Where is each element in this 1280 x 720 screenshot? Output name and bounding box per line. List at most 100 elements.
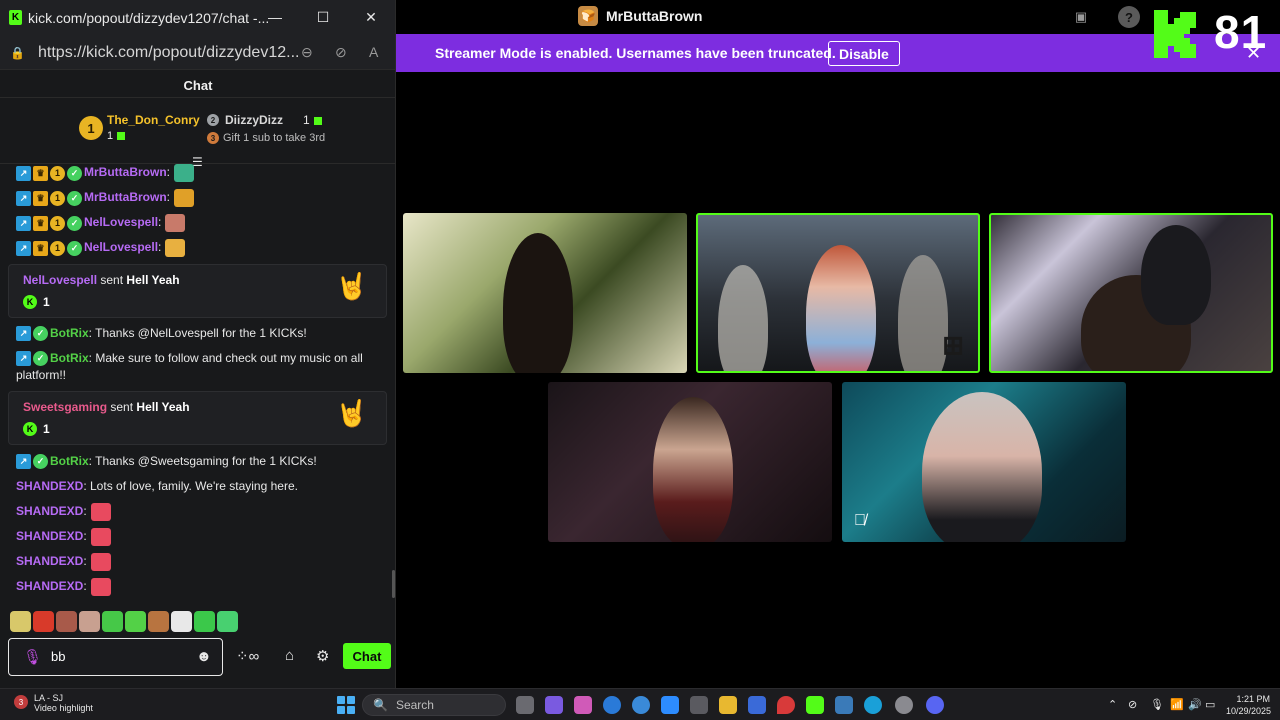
gift-kicks: K1 (23, 422, 50, 436)
kicks-icon[interactable]: ⁘∞ (236, 647, 259, 665)
message-username[interactable]: BotRix (50, 326, 89, 340)
file-explorer-icon[interactable] (719, 696, 737, 714)
message-username[interactable]: SHANDEXD (16, 479, 83, 493)
address-bar[interactable]: 🔒 https://kick.com/popout/dizzydev12... … (0, 36, 395, 70)
hp-icon[interactable] (603, 696, 621, 714)
leader-first-name[interactable]: The_Don_Conry (107, 113, 200, 127)
clock-time: 1:21 PM (1236, 694, 1270, 704)
cast-icon[interactable]: ▣ (1070, 6, 1092, 28)
site-info-icon[interactable]: 🔒 (10, 46, 25, 60)
gift-badge-icon: 1 (50, 240, 65, 256)
message-username[interactable]: BotRix (50, 351, 89, 365)
tracking-icon[interactable]: ⊘ (335, 44, 347, 61)
app-icon[interactable] (835, 696, 853, 714)
gift-sender[interactable]: Sweetsgaming (23, 400, 107, 414)
verified-icon: ✓ (33, 454, 48, 470)
emote-button[interactable] (171, 611, 192, 632)
maps-icon[interactable] (777, 696, 795, 714)
message-username[interactable]: MrButtaBrown (84, 190, 167, 204)
message-username[interactable]: SHANDEXD (16, 579, 83, 593)
gift-badge-icon: 1 (50, 165, 65, 181)
verified-icon: ✓ (33, 326, 48, 342)
crown-icon: ♛ (33, 165, 48, 181)
app-icon[interactable] (545, 696, 563, 714)
close-icon[interactable]: ✕ (362, 9, 380, 26)
gift-sender[interactable]: NelLovespell (23, 273, 97, 287)
discord-icon[interactable] (926, 696, 944, 714)
store-app-icon[interactable] (690, 696, 708, 714)
emote-button[interactable] (217, 611, 238, 632)
wifi-icon[interactable]: 📶 (1170, 698, 1184, 711)
message-username[interactable]: SHANDEXD (16, 504, 83, 518)
message-text: : (158, 240, 162, 255)
chat-header: Chat (0, 70, 395, 98)
tray-app-icon[interactable]: ⊘ (1128, 698, 1137, 711)
message-username[interactable]: SHANDEXD (16, 529, 83, 543)
chat-message-input[interactable] (51, 649, 191, 664)
widgets-button[interactable]: 3 LA - SJ Video highlight (14, 693, 93, 713)
chat-scrollbar[interactable] (392, 570, 395, 598)
leader-third-prompt[interactable]: Gift 1 sub to take 3rd (223, 132, 325, 144)
windows-start-icon[interactable] (337, 696, 355, 714)
maximize-icon[interactable]: ☐ (314, 9, 332, 26)
taskbar-search[interactable]: 🔍 Search (362, 694, 506, 716)
video-tile-5[interactable]: 🎙̸ (842, 382, 1126, 542)
emote-button[interactable] (194, 611, 215, 632)
gift-icon (117, 132, 126, 141)
app-icon[interactable] (748, 696, 766, 714)
mic-tray-icon[interactable]: 🎙 (1150, 698, 1164, 711)
rock-hand-icon: 🤘 (335, 271, 368, 301)
chat-input-box[interactable]: 🎙 ☻ (8, 638, 223, 676)
streamer-mode-banner: Streamer Mode is enabled. Usernames have… (396, 34, 1280, 72)
task-view-icon[interactable] (516, 696, 534, 714)
emote-button[interactable] (10, 611, 31, 632)
video-tile-3[interactable] (989, 213, 1273, 373)
emote-button[interactable] (148, 611, 169, 632)
emote-button[interactable] (79, 611, 100, 632)
video-tile-2[interactable]: ⊞ (696, 213, 980, 373)
chair-figure (1141, 225, 1211, 325)
verified-icon: ✓ (67, 240, 82, 256)
mic-muted-icon: 🎙̸ (854, 512, 866, 529)
video-tile-4[interactable] (548, 382, 832, 542)
emote-button[interactable] (56, 611, 77, 632)
taskbar-clock[interactable]: 1:21 PM 10/29/2025 (1226, 693, 1271, 717)
video-tile-1[interactable] (403, 213, 687, 373)
leader-first-count-value: 1 (107, 130, 114, 142)
zoom-app-icon[interactable] (661, 696, 679, 714)
emote-button[interactable] (33, 611, 54, 632)
message-username[interactable]: BotRix (50, 454, 89, 468)
message-username[interactable]: NelLovespell (84, 215, 158, 229)
address-url[interactable]: https://kick.com/popout/dizzydev12... (38, 44, 299, 62)
battery-icon[interactable]: ▭ (1205, 698, 1215, 711)
store-icon[interactable]: ⌂ (285, 647, 294, 664)
verified-icon: ✓ (33, 351, 48, 367)
copilot-icon[interactable] (574, 696, 592, 714)
minimize-icon[interactable]: — (266, 9, 284, 25)
emote-button[interactable] (102, 611, 123, 632)
emoji-picker-icon[interactable]: ☻ (196, 648, 212, 665)
read-aloud-icon[interactable]: A (369, 44, 378, 60)
volume-icon[interactable]: 🔊 (1188, 698, 1202, 711)
edge-icon[interactable] (864, 696, 882, 714)
emote (90, 528, 111, 546)
user-badges: ↗ ♛ 1 ✓ (16, 190, 82, 206)
emote-button[interactable] (125, 611, 146, 632)
chat-message: SHANDEXD: Lots of love, family. We're st… (16, 478, 376, 495)
leader-second-name[interactable]: DiizzyDizz (225, 113, 283, 127)
help-icon[interactable]: ? (1118, 6, 1140, 28)
message-username[interactable]: NelLovespell (84, 240, 158, 254)
disable-streamer-mode-button[interactable]: Disable (828, 41, 900, 66)
app-icon[interactable] (632, 696, 650, 714)
microphone-icon[interactable]: 🎙 (23, 648, 42, 666)
message-text: : Lots of love, family. We're staying he… (83, 479, 298, 493)
gift-item: Hell Yeah (136, 400, 190, 414)
zoom-icon[interactable]: ⊖ (301, 44, 313, 61)
kick-app-icon[interactable] (806, 696, 824, 714)
settings-app-icon[interactable] (895, 696, 913, 714)
message-username[interactable]: SHANDEXD (16, 554, 83, 568)
message-username[interactable]: MrButtaBrown (84, 165, 167, 179)
send-chat-button[interactable]: Chat (343, 643, 391, 669)
settings-icon[interactable]: ⚙ (316, 647, 329, 665)
tray-overflow-icon[interactable]: ⌃ (1108, 698, 1117, 711)
